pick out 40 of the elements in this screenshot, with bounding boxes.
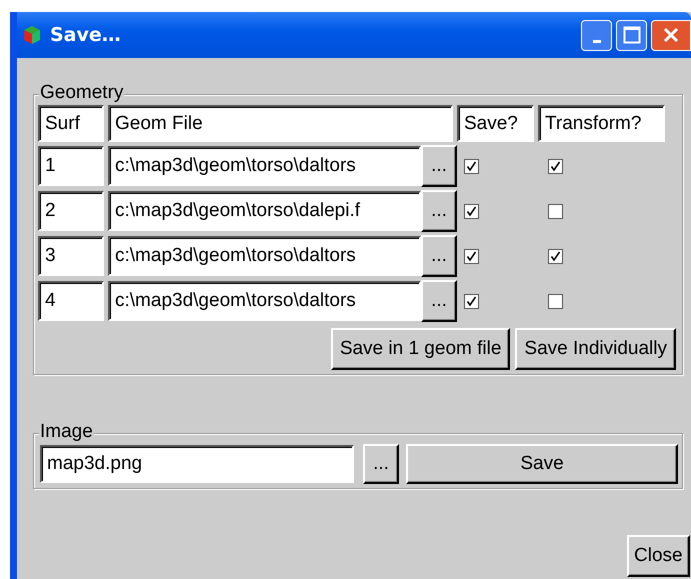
close-window-button[interactable] <box>651 20 691 50</box>
checkbox[interactable] <box>464 159 479 174</box>
group-label: Image <box>39 421 94 443</box>
surf-field[interactable]: 2 <box>38 191 104 231</box>
checkbox[interactable] <box>548 159 563 174</box>
file-field[interactable]: c:\map3d\geom\torso\dalepi.f <box>108 191 421 231</box>
minimize-icon <box>592 40 600 42</box>
checkbox[interactable] <box>464 204 479 219</box>
save-button[interactable]: Save Individually <box>515 328 676 370</box>
image-file-field[interactable]: map3d.png <box>40 445 354 483</box>
cube-icon <box>22 25 42 45</box>
surf-field[interactable]: 4 <box>38 281 104 321</box>
save-button[interactable]: Save <box>406 444 678 484</box>
browse-button[interactable]: ... <box>421 235 457 277</box>
file-field[interactable]: c:\map3d\geom\torso\daltors <box>108 236 421 276</box>
browse-button[interactable]: ... <box>363 444 399 484</box>
window-title: Save… <box>50 24 122 46</box>
column-header: Geom File <box>108 105 453 142</box>
column-header: Transform? <box>538 105 665 142</box>
close-button[interactable]: Close <box>627 535 690 577</box>
surf-field[interactable]: 3 <box>38 236 104 276</box>
save-button[interactable]: Save in 1 geom file <box>330 328 510 370</box>
file-field[interactable]: c:\map3d\geom\torso\daltors <box>108 281 421 321</box>
browse-button[interactable]: ... <box>421 145 457 187</box>
checkbox[interactable] <box>548 294 563 309</box>
checkbox[interactable] <box>464 294 479 309</box>
maximize-icon <box>622 26 640 44</box>
checkbox[interactable] <box>548 249 563 264</box>
column-header: Surf <box>38 105 104 142</box>
checkbox[interactable] <box>548 204 563 219</box>
close-icon <box>662 26 680 44</box>
group-label: Geometry <box>39 82 124 104</box>
minimize-button[interactable] <box>581 20 612 50</box>
checkbox[interactable] <box>464 249 479 264</box>
surf-field[interactable]: 1 <box>38 146 104 186</box>
file-field[interactable]: c:\map3d\geom\torso\daltors <box>108 146 421 186</box>
maximize-button[interactable] <box>616 20 647 50</box>
browse-button[interactable]: ... <box>421 190 457 232</box>
column-header: Save? <box>457 105 534 142</box>
browse-button[interactable]: ... <box>421 280 457 322</box>
